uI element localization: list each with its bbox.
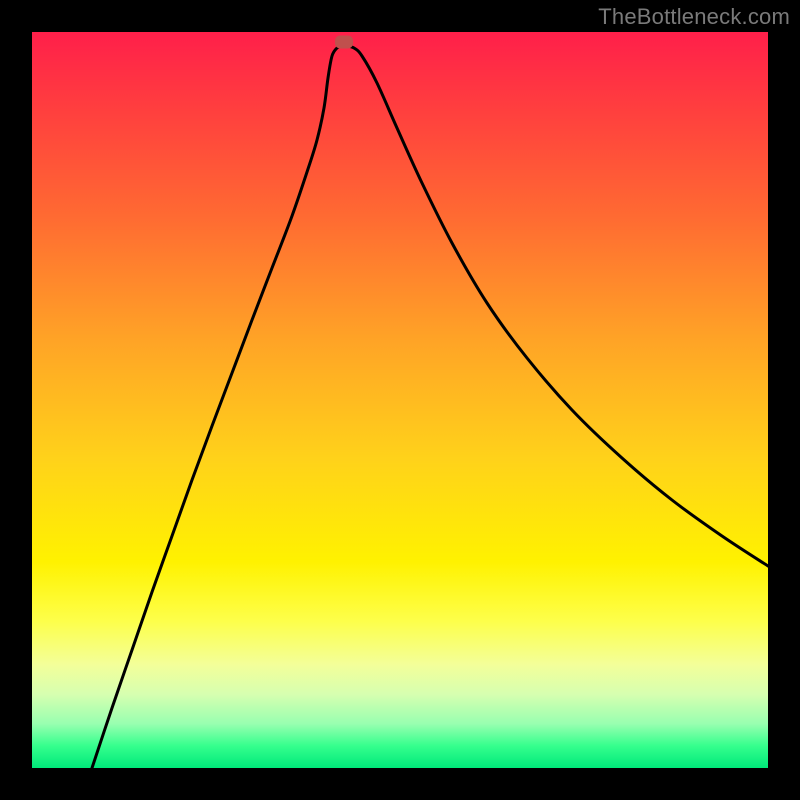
bottleneck-curve	[32, 32, 768, 768]
plot-area	[32, 32, 768, 768]
min-marker	[335, 36, 353, 49]
chart-frame: TheBottleneck.com	[0, 0, 800, 800]
watermark-text: TheBottleneck.com	[598, 4, 790, 30]
